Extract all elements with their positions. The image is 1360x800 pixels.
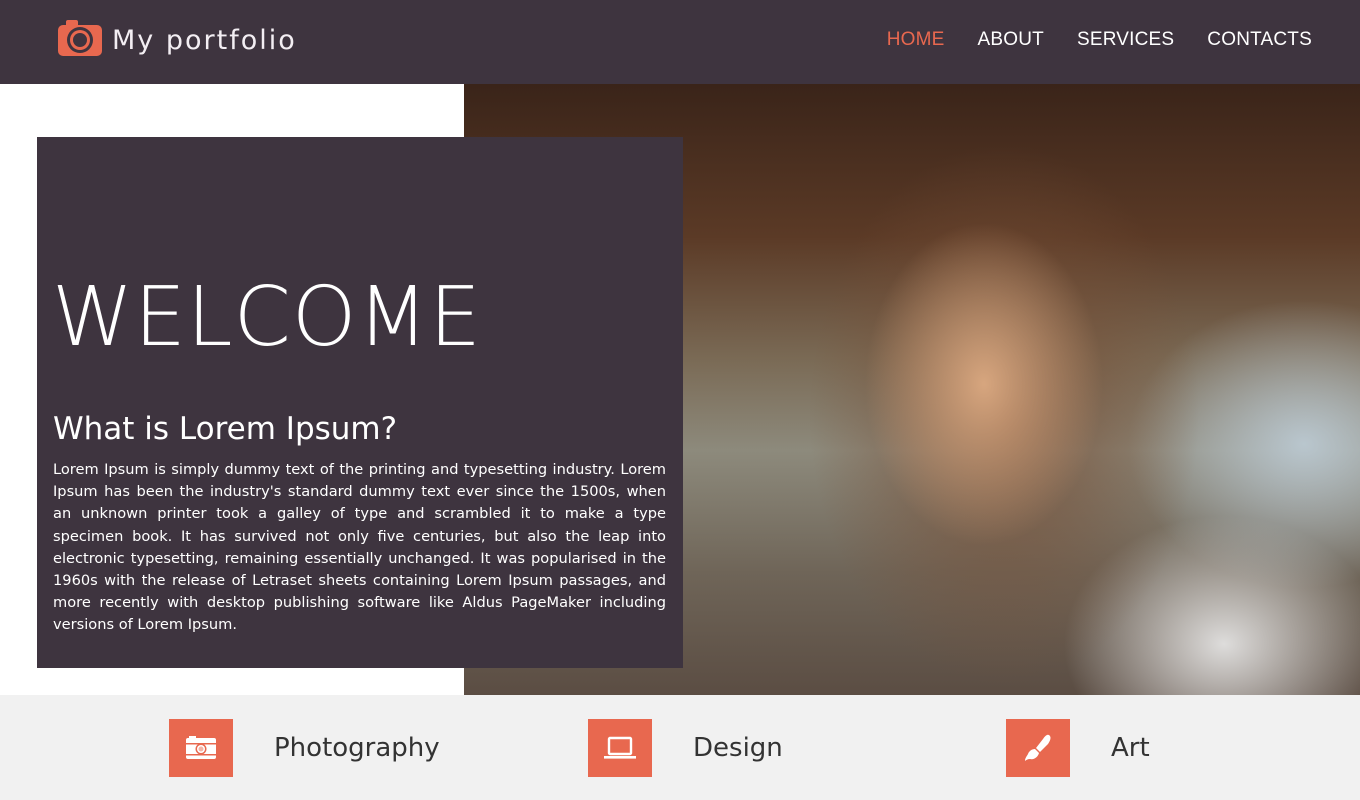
services-bar: Photography Design Art [0,695,1360,800]
service-design[interactable]: Design [588,719,783,777]
laptop-icon [588,719,652,777]
paintbrush-icon [1006,719,1070,777]
site-title: My portfolio [112,24,297,56]
camera-icon [169,719,233,777]
nav-contacts[interactable]: CONTACTS [1207,29,1312,51]
logo[interactable]: My portfolio [56,18,297,62]
camera-icon [56,18,104,62]
hero-body-text: Lorem Ipsum is simply dummy text of the … [53,461,666,634]
nav-home[interactable]: HOME [887,29,945,51]
welcome-panel: WELCOME What is Lorem Ipsum? Lorem Ipsum… [37,137,683,668]
top-navbar: My portfolio HOME ABOUT SERVICES CONTACT… [0,0,1360,84]
nav-about[interactable]: ABOUT [978,29,1044,51]
service-label: Photography [274,733,440,763]
nav-services[interactable]: SERVICES [1077,29,1174,51]
service-label: Art [1111,733,1150,763]
hero-section: WELCOME What is Lorem Ipsum? Lorem Ipsum… [0,84,1360,695]
welcome-heading: WELCOME [52,270,482,365]
hero-subtitle: What is Lorem Ipsum? [53,411,398,447]
service-photography[interactable]: Photography [169,719,440,777]
service-label: Design [693,733,783,763]
main-nav: HOME ABOUT SERVICES CONTACTS [887,29,1312,51]
service-art[interactable]: Art [1006,719,1150,777]
